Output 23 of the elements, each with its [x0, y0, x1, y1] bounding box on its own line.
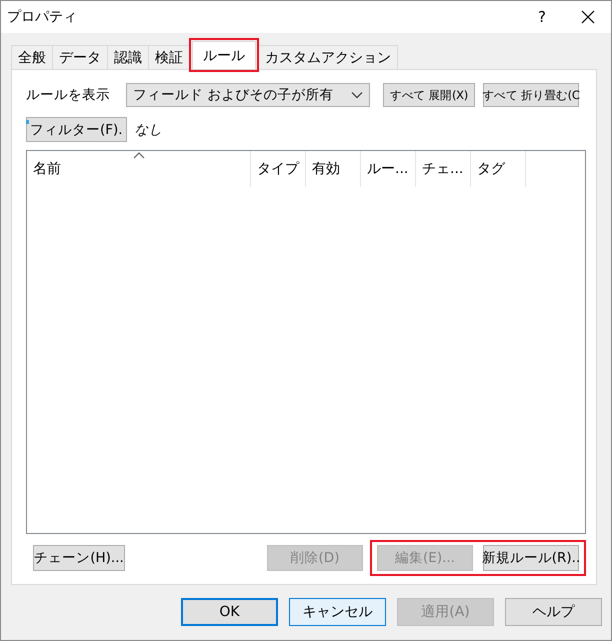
chevron-down-icon: [351, 91, 363, 99]
tab[interactable]: ルール: [192, 41, 256, 69]
show-rules-label: ルールを表示: [26, 86, 111, 104]
collapse-all-button[interactable]: すべて 折り畳む(C: [483, 83, 579, 107]
column-header[interactable]: ルー...: [361, 151, 416, 187]
marker-icon: [26, 120, 29, 124]
filter-value: なし: [134, 120, 163, 138]
column-header[interactable]: 有効: [306, 151, 361, 187]
button[interactable]: キャンセル: [289, 598, 386, 626]
filter-button[interactable]: フィルター(F).: [26, 117, 127, 142]
help-button[interactable]: ?: [519, 8, 565, 26]
column-header[interactable]: 名前: [27, 151, 251, 187]
rules-dropdown[interactable]: フィールド およびその子が所有: [126, 83, 370, 107]
column-header[interactable]: タグ: [471, 151, 526, 187]
tab[interactable]: カスタムアクション: [258, 45, 398, 69]
button[interactable]: OK: [181, 598, 278, 626]
button[interactable]: チェーン(H)...: [33, 545, 125, 571]
column-header[interactable]: タイプ: [251, 151, 306, 187]
tab[interactable]: 全般: [11, 45, 53, 69]
button[interactable]: ヘルプ: [505, 598, 602, 626]
column-header[interactable]: チェ...: [416, 151, 471, 187]
expand-all-button[interactable]: すべて 展開(X): [383, 83, 475, 107]
window-title: プロパティ: [7, 8, 78, 26]
